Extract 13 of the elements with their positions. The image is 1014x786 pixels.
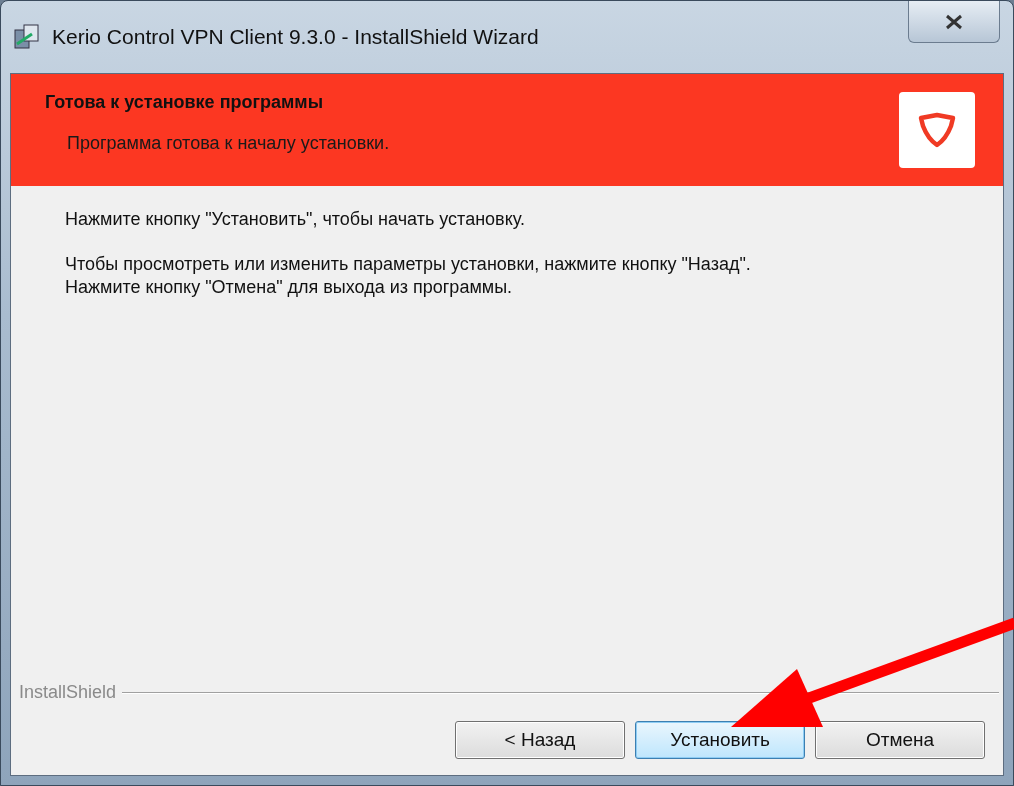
- wizard-button[interactable]: Установить: [635, 721, 805, 759]
- shield-icon: [918, 112, 956, 148]
- close-icon: [944, 13, 964, 30]
- wizard-button[interactable]: < Назад: [455, 721, 625, 759]
- window-title: Kerio Control VPN Client 9.3.0 - InstallShield Wizard: [52, 25, 539, 49]
- wizard-button[interactable]: Отмена: [815, 721, 985, 759]
- header-subtitle: Программа готова к началу установки.: [66, 133, 390, 154]
- instruction-text: Нажмите кнопку "Установить", чтобы начать установку.: [65, 208, 526, 231]
- brand-label: InstallShield: [19, 682, 117, 703]
- header-title: Готова к установке программы: [45, 92, 324, 113]
- close-button[interactable]: [908, 1, 1000, 43]
- instruction-text: Чтобы просмотреть или изменить параметры установки, нажмите кнопку "Назад". Нажмите кнопку "Отмена" для выхода из программы.: [65, 253, 752, 299]
- installer-icon: [12, 22, 42, 52]
